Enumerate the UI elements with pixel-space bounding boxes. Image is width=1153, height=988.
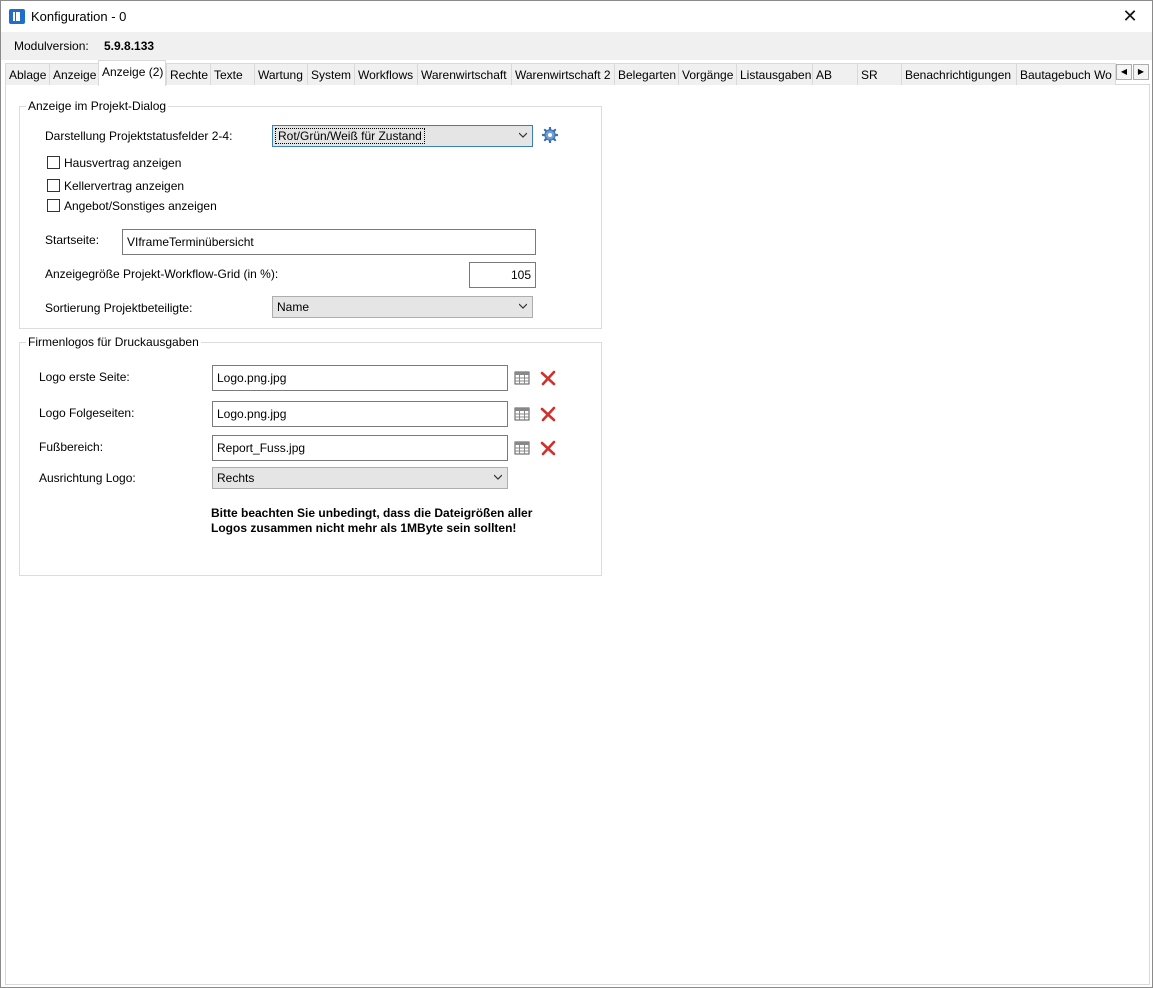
align-select[interactable]: Rechts [212,467,508,489]
logos-group-title: Firmenlogos für Druckausgaben [26,335,201,349]
footer-label: Fußbereich: [39,440,104,454]
tab-ablage[interactable]: Ablage [5,63,50,85]
config-window: Konfiguration - 0 ✕ Modulversion: 5.9.8.… [0,0,1153,988]
tab-content: Anzeige im Projekt-Dialog Darstellung Pr… [5,85,1150,985]
tab-wartung[interactable]: Wartung [254,63,308,85]
version-bar: Modulversion: 5.9.8.133 [1,32,1152,60]
checkbox-box[interactable] [47,179,60,192]
browse-file-icon[interactable] [514,370,530,386]
kellervertrag-label: Kellervertrag anzeigen [64,179,185,193]
tab-strip: Ablage Anzeige Anzeige (2) Rechte Texte … [5,60,1150,86]
delete-icon[interactable] [540,440,556,456]
tab-bautagebuch[interactable]: Bautagebuch Wo [1016,63,1116,85]
grid-size-label: Anzeigegröße Projekt-Workflow-Grid (in %… [45,267,279,281]
status-fields-value: Rot/Grün/Weiß für Zustand [275,128,425,144]
close-button[interactable]: ✕ [1108,1,1152,32]
tab-listausgaben[interactable]: Listausgaben [736,63,813,85]
align-label: Ausrichtung Logo: [39,471,136,485]
sort-label: Sortierung Projektbeteiligte: [45,301,193,315]
tab-rechte[interactable]: Rechte [166,63,211,85]
window-title: Konfiguration - 0 [31,9,127,24]
chevron-down-icon [519,303,527,309]
sort-value: Name [277,300,310,314]
sort-select[interactable]: Name [272,296,533,318]
tab-ab[interactable]: AB [812,63,858,85]
checkbox-box[interactable] [47,156,60,169]
tab-anzeige-2[interactable]: Anzeige (2) [98,60,166,86]
first-page-label: Logo erste Seite: [39,370,130,384]
tab-warenwirtschaft[interactable]: Warenwirtschaft [417,63,512,85]
browse-file-icon[interactable] [514,440,530,456]
tab-scroll-right-button[interactable]: ▶ [1133,64,1149,80]
chevron-down-icon [519,132,527,138]
following-input[interactable]: Logo.png.jpg [212,401,508,427]
version-value: 5.9.8.133 [104,39,155,53]
title-bar: Konfiguration - 0 ✕ [1,1,1152,32]
checkbox-box[interactable] [47,199,60,212]
file-size-notice: Bitte beachten Sie unbedingt, dass die D… [211,506,533,535]
tab-vorgaenge[interactable]: Vorgänge [678,63,737,85]
app-icon [9,9,25,24]
tab-benachrichtigungen[interactable]: Benachrichtigungen [901,63,1017,85]
first-page-input[interactable]: Logo.png.jpg [212,365,508,391]
tab-system[interactable]: System [307,63,355,85]
project-dialog-group-title: Anzeige im Projekt-Dialog [26,99,169,113]
startpage-label: Startseite: [45,233,100,247]
version-label: Modulversion: [14,39,89,53]
startpage-input[interactable]: VIframeTerminübersicht [122,229,536,255]
tab-workflows[interactable]: Workflows [354,63,418,85]
chevron-down-icon [494,474,502,480]
footer-input[interactable]: Report_Fuss.jpg [212,435,508,461]
tab-sr[interactable]: SR [857,63,902,85]
logos-group: Firmenlogos für Druckausgaben Logo erste… [19,335,602,576]
align-value: Rechts [217,471,255,485]
following-label: Logo Folgeseiten: [39,406,135,420]
status-fields-select[interactable]: Rot/Grün/Weiß für Zustand [272,125,533,147]
gear-icon[interactable] [542,127,558,143]
tab-anzeige[interactable]: Anzeige [49,63,99,85]
hausvertrag-label: Hausvertrag anzeigen [64,156,182,170]
tab-scroll-left-button[interactable]: ◀ [1116,64,1132,80]
project-dialog-group: Anzeige im Projekt-Dialog Darstellung Pr… [19,99,602,329]
grid-size-input[interactable]: 105 [469,262,536,288]
delete-icon[interactable] [540,370,556,386]
tab-texte[interactable]: Texte [210,63,255,85]
tab-belegarten[interactable]: Belegarten [614,63,679,85]
status-fields-label: Darstellung Projektstatusfelder 2-4: [45,129,233,143]
tab-warenwirtschaft-2[interactable]: Warenwirtschaft 2 [511,63,615,85]
angebot-label: Angebot/Sonstiges anzeigen [64,199,217,213]
browse-file-icon[interactable] [514,406,530,422]
delete-icon[interactable] [540,406,556,422]
